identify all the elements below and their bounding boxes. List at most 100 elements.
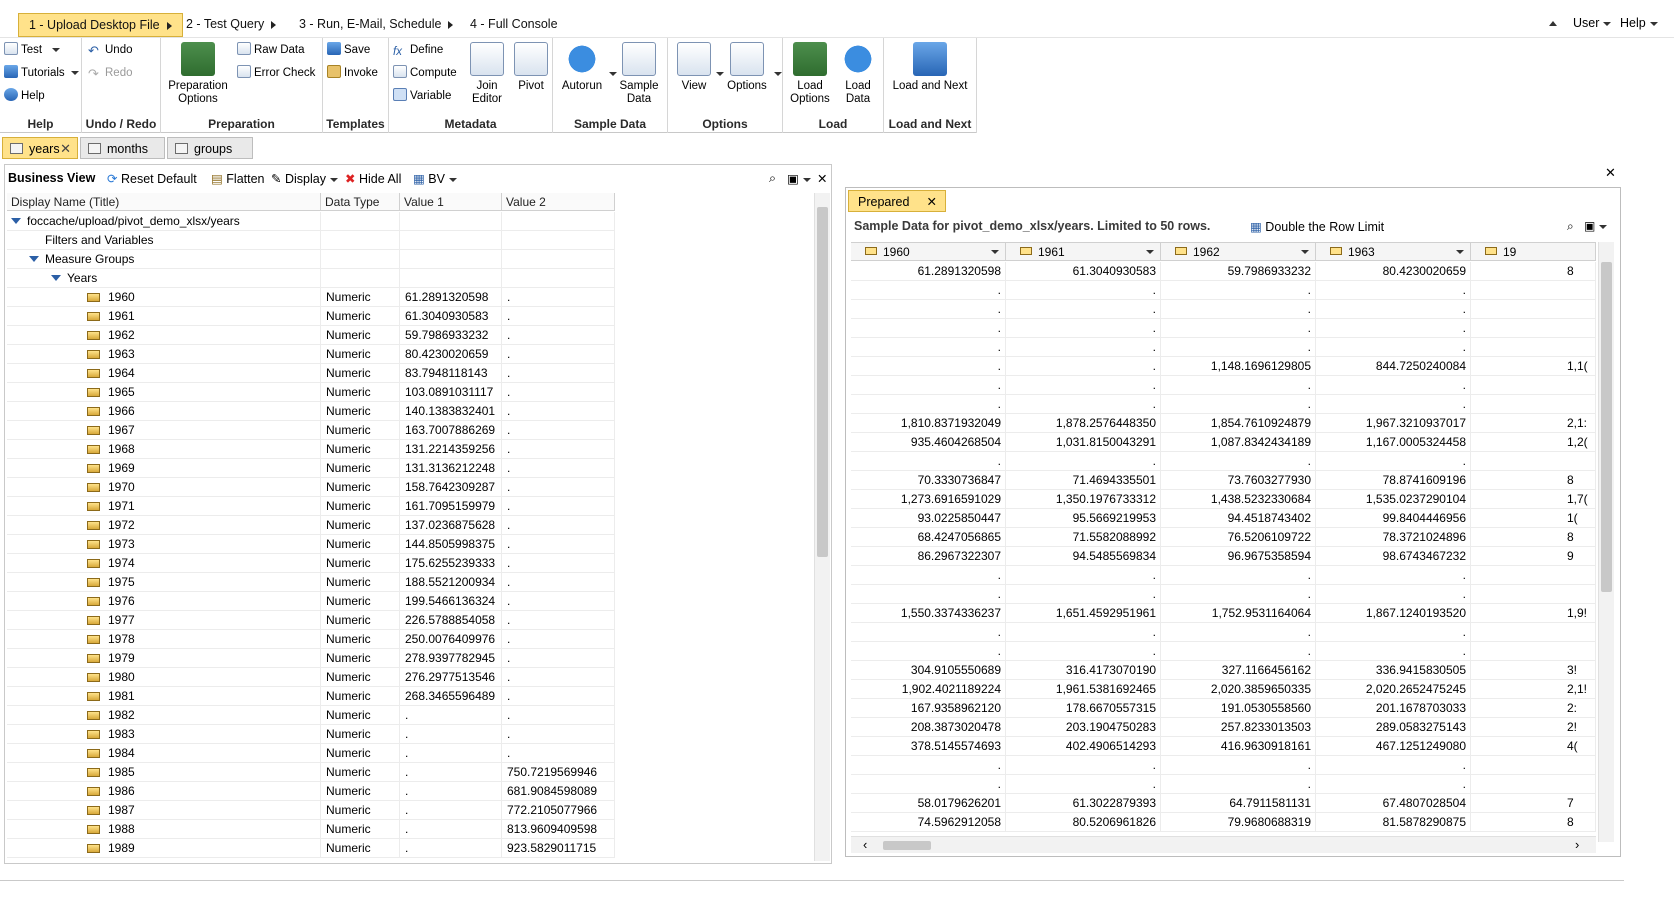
close-icon[interactable]: ✕ bbox=[60, 138, 71, 160]
hide-all-button[interactable]: ✖ Hide All bbox=[345, 171, 401, 186]
table-row[interactable]: 61.2891320598 61.3040930583 59.7986933232 8… bbox=[851, 262, 1596, 281]
column-header[interactable]: 1962 bbox=[1161, 243, 1316, 261]
table-row[interactable]: 208.3873020478 203.1904750283 257.82330135… bbox=[851, 718, 1596, 737]
tree-row[interactable]: 1971 Numeric 161.7095159979. bbox=[7, 497, 615, 516]
tree-row[interactable]: 1982 Numeric.. bbox=[7, 706, 615, 725]
scroll-thumb[interactable] bbox=[883, 841, 931, 850]
save-button[interactable]: Save bbox=[327, 40, 370, 60]
tree-row[interactable]: 1977 Numeric 226.5788854058. bbox=[7, 611, 615, 630]
table-row[interactable]: .... bbox=[851, 756, 1596, 775]
variable-button[interactable]: Variable bbox=[393, 86, 451, 106]
table-row[interactable]: .... bbox=[851, 775, 1596, 794]
chevron-right-icon[interactable]: › bbox=[1575, 837, 1579, 852]
scroll-thumb[interactable] bbox=[817, 207, 828, 557]
load-and-next-button[interactable]: Load and Next bbox=[890, 42, 970, 93]
tree-row[interactable]: 1988 Numeric. 813.9609409598 bbox=[7, 820, 615, 839]
tree-row[interactable]: 1984 Numeric.. bbox=[7, 744, 615, 763]
table-row[interactable]: 93.0225850447 95.5669219953 94.4518743402 9… bbox=[851, 509, 1596, 528]
wizard-step-run[interactable]: 3 - Run, E-Mail, Schedule bbox=[289, 13, 463, 37]
tree-row[interactable]: 1972 Numeric 137.0236875628. bbox=[7, 516, 615, 535]
tutorials-button[interactable]: Tutorials bbox=[4, 63, 79, 83]
chevron-down-icon[interactable] bbox=[991, 250, 999, 254]
table-row[interactable]: .... bbox=[851, 452, 1596, 471]
raw-data-button[interactable]: Raw Data bbox=[237, 40, 305, 60]
load-options-button[interactable]: Load Options bbox=[787, 42, 833, 106]
close-icon[interactable]: ✕ bbox=[927, 191, 937, 213]
display-dropdown[interactable]: ✎ Display bbox=[271, 171, 338, 186]
column-header[interactable]: Data Type bbox=[321, 193, 400, 211]
view-options-icon[interactable]: ▣ bbox=[1584, 219, 1608, 233]
tree-row[interactable]: 1969 Numeric 131.3136212248. bbox=[7, 459, 615, 478]
reset-default-button[interactable]: ⟳ Reset Default bbox=[107, 171, 197, 186]
column-header[interactable]: 1963 bbox=[1316, 243, 1471, 261]
table-row[interactable]: .... bbox=[851, 623, 1596, 642]
user-menu[interactable]: User bbox=[1573, 16, 1612, 30]
collapse-icon[interactable] bbox=[1549, 16, 1557, 30]
column-header[interactable]: Value 1 bbox=[400, 193, 502, 211]
table-row[interactable]: 378.5145574693 402.4906514293 416.96309181… bbox=[851, 737, 1596, 756]
tab-years[interactable]: years ✕ bbox=[2, 137, 78, 159]
tab-groups[interactable]: groups bbox=[167, 137, 253, 159]
table-row[interactable]: 68.4247056865 71.5582088992 76.5206109722 7… bbox=[851, 528, 1596, 547]
options-dropdown-icon[interactable] bbox=[774, 72, 782, 76]
tree-row[interactable]: 1987 Numeric. 772.2105077966 bbox=[7, 801, 615, 820]
define-button[interactable]: fx Define bbox=[393, 40, 443, 60]
table-row[interactable]: .... bbox=[851, 376, 1596, 395]
sample-data-button[interactable]: Sample Data bbox=[613, 42, 665, 106]
expand-triangle-icon[interactable] bbox=[11, 218, 21, 224]
flatten-button[interactable]: ▤ Flatten bbox=[211, 171, 265, 186]
search-icon[interactable]: ⌕ bbox=[769, 171, 776, 186]
table-row[interactable]: .... bbox=[851, 585, 1596, 604]
double-row-limit-button[interactable]: ▦ Double the Row Limit bbox=[1250, 219, 1384, 234]
tree-row[interactable]: 1978 Numeric 250.0076409976. bbox=[7, 630, 615, 649]
vertical-scrollbar[interactable] bbox=[814, 193, 830, 861]
wizard-step-upload[interactable]: 1 - Upload Desktop File bbox=[18, 13, 183, 37]
expand-triangle-icon[interactable] bbox=[51, 275, 61, 281]
wizard-step-test-query[interactable]: 2 - Test Query bbox=[176, 13, 286, 37]
load-data-button[interactable]: Load Data bbox=[835, 42, 881, 106]
table-row[interactable]: 58.0179626201 61.3022879393 64.7911581131 6… bbox=[851, 794, 1596, 813]
table-row[interactable]: .... bbox=[851, 319, 1596, 338]
table-row[interactable]: 167.9358962120 178.6670557315 191.05305585… bbox=[851, 699, 1596, 718]
tree-row[interactable]: 1968 Numeric 131.2214359256. bbox=[7, 440, 615, 459]
wizard-step-full-console[interactable]: 4 - Full Console bbox=[460, 13, 568, 37]
table-row[interactable]: .... bbox=[851, 281, 1596, 300]
help-button[interactable]: Help bbox=[4, 86, 45, 106]
close-icon[interactable]: ✕ bbox=[817, 171, 827, 186]
table-row[interactable]: 1,273.6916591029 1,350.1976733312 1,438.52… bbox=[851, 490, 1596, 509]
view-dropdown-icon[interactable] bbox=[716, 72, 724, 76]
table-row[interactable]: .... bbox=[851, 338, 1596, 357]
preparation-options-button[interactable]: Preparation Options bbox=[167, 42, 229, 106]
expand-triangle-icon[interactable] bbox=[29, 256, 39, 262]
column-header[interactable]: 19 bbox=[1471, 243, 1596, 261]
chevron-down-icon[interactable] bbox=[1301, 250, 1309, 254]
tree-row[interactable]: 1973 Numeric 144.8505998375. bbox=[7, 535, 615, 554]
help-menu[interactable]: Help bbox=[1620, 16, 1658, 30]
scroll-thumb[interactable] bbox=[1601, 262, 1612, 592]
compute-button[interactable]: Compute bbox=[393, 63, 457, 83]
tree-row[interactable]: 1986 Numeric. 681.9084598089 bbox=[7, 782, 615, 801]
tree-row[interactable]: 1989 Numeric. 923.5829011715 bbox=[7, 839, 615, 858]
tab-months[interactable]: months bbox=[80, 137, 165, 159]
tree-row[interactable]: Years bbox=[7, 269, 615, 288]
tree-row[interactable]: 1985 Numeric. 750.7219569946 bbox=[7, 763, 615, 782]
tree-row[interactable]: 1981 Numeric 268.3465596489. bbox=[7, 687, 615, 706]
column-header[interactable]: 1961 bbox=[1006, 243, 1161, 261]
table-row[interactable]: .... bbox=[851, 300, 1596, 319]
table-row[interactable]: .... bbox=[851, 395, 1596, 414]
tree-row[interactable]: 1967 Numeric 163.7007886269. bbox=[7, 421, 615, 440]
tree-row[interactable]: 1975 Numeric 188.5521200934. bbox=[7, 573, 615, 592]
table-row[interactable]: 86.2967322307 94.5485569834 96.9675358594 9… bbox=[851, 547, 1596, 566]
table-row[interactable]: 935.4604268504 1,031.8150043291 1,087.8342… bbox=[851, 433, 1596, 452]
tree-row[interactable]: 1960 Numeric 61.2891320598. bbox=[7, 288, 615, 307]
view-button[interactable]: View bbox=[672, 42, 716, 93]
tree-row[interactable]: 1983 Numeric.. bbox=[7, 725, 615, 744]
autorun-button[interactable]: Autorun bbox=[557, 42, 607, 93]
chevron-left-icon[interactable]: ‹ bbox=[863, 837, 867, 852]
table-row[interactable]: 1,902.4021189224 1,961.5381692465 2,020.38… bbox=[851, 680, 1596, 699]
tree-row[interactable]: 1962 Numeric 59.7986933232. bbox=[7, 326, 615, 345]
tree-row[interactable]: 1970 Numeric 158.7642309287. bbox=[7, 478, 615, 497]
tree-row[interactable]: 1976 Numeric 199.5466136324. bbox=[7, 592, 615, 611]
tab-prepared[interactable]: Prepared ✕ bbox=[848, 190, 946, 212]
tree-row[interactable]: 1961 Numeric 61.3040930583. bbox=[7, 307, 615, 326]
